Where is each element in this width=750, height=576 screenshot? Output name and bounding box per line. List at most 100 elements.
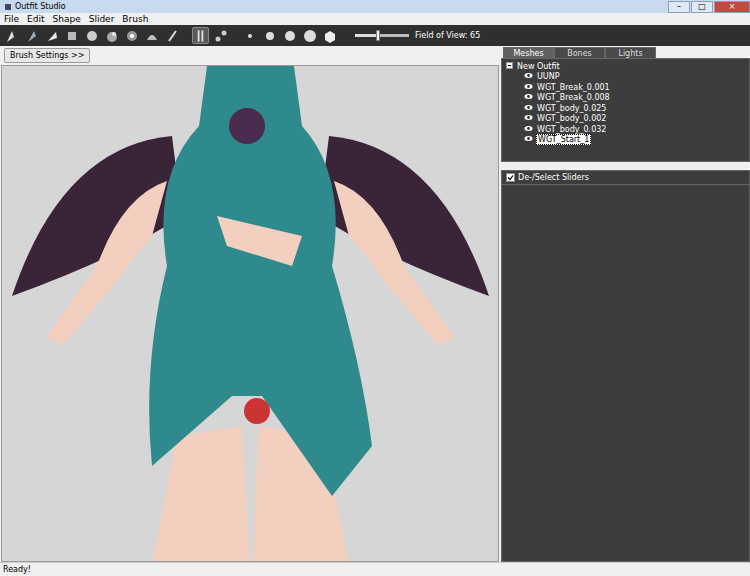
toolbar: Field of View: 65 bbox=[0, 25, 750, 46]
menu-item[interactable]: Edit bbox=[27, 14, 44, 24]
mesh-tree: New OutfitUUNP WGT_Break_0.001WGT_Break_0… bbox=[501, 58, 750, 162]
mesh-label: WGT_Start_1 bbox=[536, 134, 591, 145]
app-icon bbox=[4, 3, 12, 11]
fov-label: Field of View: 65 bbox=[415, 31, 480, 40]
tool-button[interactable] bbox=[301, 27, 318, 44]
tool-icon bbox=[104, 28, 120, 44]
model-render bbox=[2, 66, 499, 562]
tool-icon bbox=[164, 28, 180, 44]
mesh-item[interactable]: UUNP bbox=[506, 72, 745, 83]
viewport-column: Brush Settings >> bbox=[0, 46, 499, 562]
fov-fill bbox=[355, 34, 378, 37]
tool-button[interactable] bbox=[63, 27, 80, 44]
mesh-label: WGT_Break_0.008 bbox=[536, 93, 611, 102]
check-icon bbox=[507, 174, 514, 181]
field-of-view: Field of View: 65 bbox=[355, 31, 480, 40]
tool-icon bbox=[64, 28, 80, 44]
minimize-button[interactable]: – bbox=[668, 1, 690, 13]
panel-tab[interactable]: Bones bbox=[554, 47, 605, 58]
fov-slider[interactable] bbox=[355, 34, 409, 37]
eye-icon bbox=[524, 93, 533, 100]
mesh-item[interactable]: WGT_body_0.002 bbox=[506, 114, 745, 125]
tool-button[interactable] bbox=[321, 27, 338, 44]
close-button[interactable]: × bbox=[714, 1, 750, 13]
expander-icon[interactable] bbox=[506, 62, 513, 71]
sliders-label: De-/Select Sliders bbox=[518, 173, 589, 182]
mesh-item[interactable]: WGT_Break_0.001 bbox=[506, 82, 745, 93]
menu-item[interactable]: Brush bbox=[122, 14, 148, 24]
eye-icon bbox=[524, 72, 533, 79]
viewport[interactable] bbox=[1, 65, 499, 562]
eye-icon bbox=[524, 135, 533, 142]
tool-button[interactable] bbox=[192, 27, 209, 44]
title-text: Outfit Studio bbox=[15, 2, 66, 11]
menu-item[interactable]: File bbox=[4, 14, 19, 24]
panel-tab[interactable]: Meshes bbox=[503, 47, 554, 58]
mesh-item[interactable]: WGT_Break_0.008 bbox=[506, 93, 745, 104]
tool-button[interactable] bbox=[23, 27, 40, 44]
tool-button[interactable] bbox=[261, 27, 278, 44]
tool-icon bbox=[242, 28, 258, 44]
tool-button[interactable] bbox=[123, 27, 140, 44]
status-text: Ready! bbox=[3, 565, 31, 574]
tool-button[interactable] bbox=[212, 27, 229, 44]
mesh-label: WGT_body_0.025 bbox=[536, 104, 607, 113]
tool-button[interactable] bbox=[3, 27, 20, 44]
tool-icon bbox=[124, 28, 140, 44]
tool-icon bbox=[322, 28, 338, 44]
tool-icon bbox=[144, 28, 160, 44]
tool-button[interactable] bbox=[281, 27, 298, 44]
tool-icon bbox=[24, 28, 40, 44]
window-title: Outfit Studio bbox=[4, 2, 668, 11]
status-bar: Ready! bbox=[0, 562, 750, 576]
main-area: Brush Settings >>MeshesBonesLightsNew Ou… bbox=[0, 46, 750, 562]
eye-icon bbox=[524, 114, 533, 121]
menu-item[interactable]: Slider bbox=[89, 14, 115, 24]
brush-settings-button[interactable]: Brush Settings >> bbox=[4, 48, 90, 63]
menu-bar: File Edit Shape Slider Brush bbox=[0, 13, 750, 25]
sliders-panel bbox=[501, 184, 750, 562]
panel-tab[interactable]: Lights bbox=[605, 47, 656, 58]
tool-icon bbox=[44, 28, 60, 44]
tool-button[interactable] bbox=[103, 27, 120, 44]
visibility-toggle[interactable] bbox=[524, 72, 533, 81]
tool-icon bbox=[193, 28, 208, 44]
tool-button[interactable] bbox=[83, 27, 100, 44]
menu-item[interactable]: Shape bbox=[53, 14, 81, 24]
mesh-label: UUNP bbox=[536, 72, 561, 81]
title-bar: Outfit Studio –□× bbox=[0, 0, 750, 13]
eye-icon bbox=[524, 125, 533, 132]
sliders-checkbox[interactable] bbox=[506, 173, 515, 182]
panel-tabs: MeshesBonesLights bbox=[501, 47, 750, 58]
tool-icon bbox=[84, 28, 100, 44]
mesh-item[interactable]: WGT_Start_1 bbox=[506, 135, 745, 146]
visibility-toggle[interactable] bbox=[524, 104, 533, 113]
mesh-item[interactable]: WGT_body_0.025 bbox=[506, 103, 745, 114]
visibility-toggle[interactable] bbox=[524, 135, 533, 144]
tool-icon bbox=[282, 28, 298, 44]
maximize-button[interactable]: □ bbox=[691, 1, 713, 13]
mesh-label: WGT_body_0.032 bbox=[536, 125, 607, 134]
tool-icon bbox=[262, 28, 278, 44]
eye-icon bbox=[524, 104, 533, 111]
tool-button[interactable] bbox=[241, 27, 258, 44]
mesh-item[interactable]: WGT_body_0.032 bbox=[506, 124, 745, 135]
brush-bar: Brush Settings >> bbox=[0, 46, 499, 65]
fov-thumb[interactable] bbox=[376, 30, 380, 41]
tree-root-label: New Outfit bbox=[516, 62, 561, 71]
visibility-toggle[interactable] bbox=[524, 114, 533, 123]
expander-icon bbox=[506, 62, 513, 69]
tool-icon bbox=[4, 28, 20, 44]
mesh-label: WGT_Break_0.001 bbox=[536, 83, 611, 92]
visibility-toggle[interactable] bbox=[524, 125, 533, 134]
tool-button[interactable] bbox=[143, 27, 160, 44]
visibility-toggle[interactable] bbox=[524, 93, 533, 102]
tool-icon bbox=[302, 28, 318, 44]
visibility-toggle[interactable] bbox=[524, 83, 533, 92]
tool-button[interactable] bbox=[163, 27, 180, 44]
tool-icon bbox=[213, 28, 229, 44]
tree-root[interactable]: New Outfit bbox=[506, 61, 745, 72]
tool-button[interactable] bbox=[43, 27, 60, 44]
sliders-header: De-/Select Sliders bbox=[501, 170, 750, 184]
eye-icon bbox=[524, 83, 533, 90]
